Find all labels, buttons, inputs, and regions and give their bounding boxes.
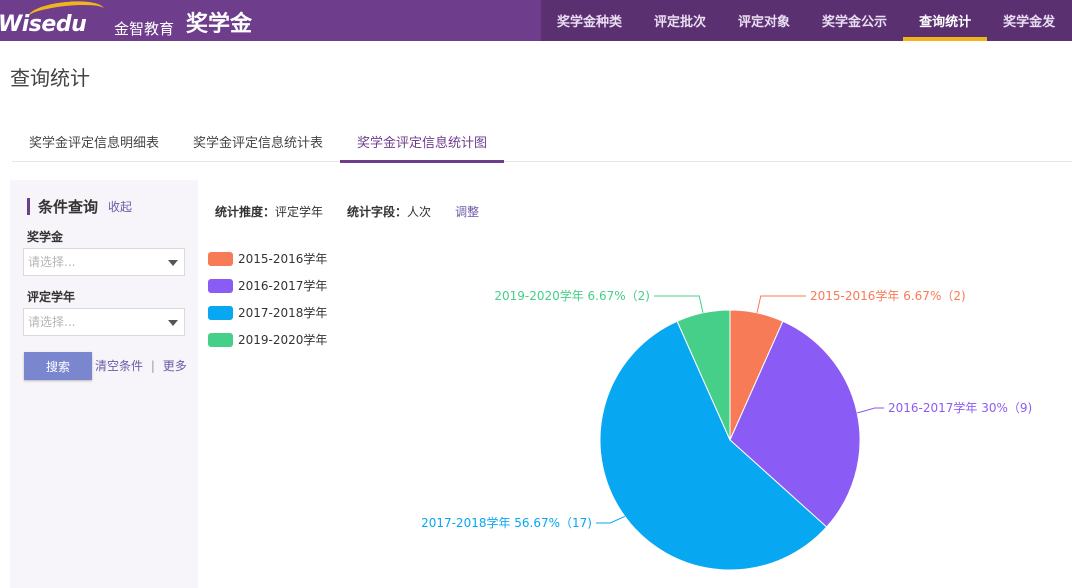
legend-swatch xyxy=(208,251,233,266)
label-leader-line xyxy=(756,295,806,313)
legend-label: 2016-2017学年 xyxy=(238,279,328,293)
legend-swatch xyxy=(208,332,233,347)
legend-item[interactable]: 2015-2016学年 xyxy=(208,245,327,272)
nav-scholarship-types[interactable]: 奖学金种类 xyxy=(541,0,638,41)
filter-links: 清空条件 | 更多 xyxy=(95,357,187,374)
filter-title: 条件查询 xyxy=(38,198,99,216)
legend-swatch xyxy=(208,305,233,320)
pie-slice-label: 2016-2017学年 30%（9) xyxy=(888,400,1032,415)
link-separator: | xyxy=(150,359,155,373)
scholarship-select[interactable]: 请选择... xyxy=(23,248,185,276)
legend-item[interactable]: 2017-2018学年 xyxy=(208,299,327,326)
page-title: 查询统计 xyxy=(10,66,90,90)
tab-bar: 奖学金评定信息明细表 奖学金评定信息统计表 奖学金评定信息统计图 xyxy=(12,120,1072,163)
label-leader-line xyxy=(596,515,626,524)
nav-scholarship-notice[interactable]: 奖学金公示 xyxy=(806,0,903,41)
pie-chart: 2015-2016学年 6.67%（2) 2016-2017学年 30%（9) 20… xyxy=(421,288,1032,571)
filter-panel: 条件查询 收起 奖学金 请选择... 评定学年 请选择... 搜索 清空条件 |… xyxy=(10,180,198,588)
nav-evaluation-targets[interactable]: 评定对象 xyxy=(722,0,806,41)
adjust-link[interactable]: 调整 xyxy=(455,203,479,220)
legend-label: 2017-2018学年 xyxy=(238,306,328,320)
tab-statistics-chart[interactable]: 奖学金评定信息统计图 xyxy=(340,120,505,163)
legend-item[interactable]: 2016-2017学年 xyxy=(208,272,327,299)
top-nav: 奖学金种类 评定批次 评定对象 奖学金公示 查询统计 奖学金发 xyxy=(541,0,1072,41)
scholarship-select-placeholder: 请选择... xyxy=(28,255,76,269)
academic-year-select[interactable]: 请选择... xyxy=(23,308,185,336)
top-bar: Wisedu 金智教育 奖学金 奖学金种类 评定批次 评定对象 奖学金公示 查询… xyxy=(0,0,1072,41)
stats-bar: 统计推度： 评定学年 统计字段： 人次 调整 xyxy=(215,203,479,220)
chart-legend: 2015-2016学年 2016-2017学年 2017-2018学年 2019… xyxy=(208,245,327,353)
field-label: 统计字段： xyxy=(347,205,408,219)
academic-year-field-label: 评定学年 xyxy=(27,290,76,304)
label-leader-line xyxy=(857,407,884,414)
legend-item[interactable]: 2019-2020学年 xyxy=(208,326,327,353)
legend-label: 2019-2020学年 xyxy=(238,333,328,347)
clear-conditions-link[interactable]: 清空条件 xyxy=(95,359,143,373)
field-value: 人次 xyxy=(407,205,432,219)
dimension-value: 评定学年 xyxy=(275,205,324,219)
pie-slice-label: 2015-2016学年 6.67%（2) xyxy=(810,288,966,303)
academic-year-select-placeholder: 请选择... xyxy=(28,315,76,329)
nav-query-statistics[interactable]: 查询统计 xyxy=(903,0,988,41)
logo-text: Wisedu xyxy=(0,12,87,37)
nav-evaluation-batches[interactable]: 评定批次 xyxy=(638,0,722,41)
more-link[interactable]: 更多 xyxy=(163,359,187,373)
app-title: 奖学金 xyxy=(186,12,253,37)
nav-scholarship-payment[interactable]: 奖学金发 xyxy=(987,0,1071,41)
scholarship-field-label: 奖学金 xyxy=(27,230,64,244)
pie-slice-label: 2019-2020学年 6.67%（2) xyxy=(494,288,650,303)
legend-label: 2015-2016学年 xyxy=(238,252,328,266)
tab-detail-table[interactable]: 奖学金评定信息明细表 xyxy=(12,120,176,162)
label-leader-line xyxy=(654,295,704,313)
tab-statistics-table[interactable]: 奖学金评定信息统计表 xyxy=(176,120,340,162)
filter-header: 条件查询 收起 xyxy=(27,196,132,217)
collapse-link[interactable]: 收起 xyxy=(108,198,132,215)
search-button[interactable]: 搜索 xyxy=(24,352,92,380)
chevron-down-icon xyxy=(168,260,178,266)
dimension-label: 统计推度： xyxy=(215,205,276,219)
pie-slice-label: 2017-2018学年 56.67%（17) xyxy=(421,515,592,530)
chevron-down-icon xyxy=(168,320,178,326)
legend-swatch xyxy=(208,278,233,293)
filter-title-bar xyxy=(27,198,30,215)
logo-cn-text: 金智教育 xyxy=(114,20,175,38)
